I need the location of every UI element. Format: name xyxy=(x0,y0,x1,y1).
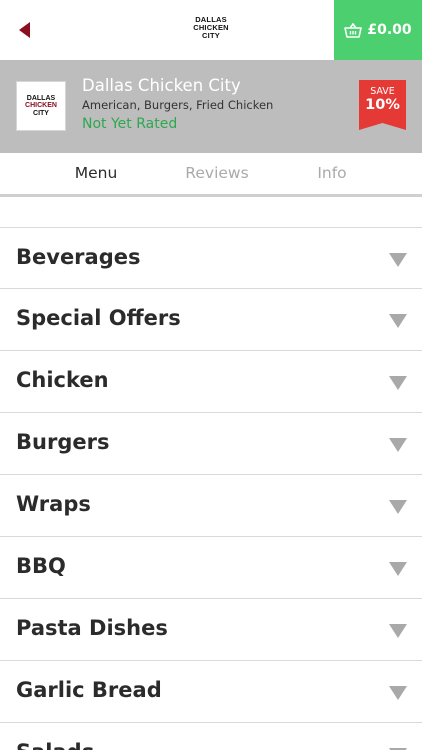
logo-line: DALLAS xyxy=(26,94,56,102)
tab-menu[interactable]: Menu xyxy=(36,164,156,182)
restaurant-name: Dallas Chicken City xyxy=(82,76,241,95)
menu-category-row[interactable]: Garlic Bread xyxy=(0,661,422,723)
menu-category-label: Salads xyxy=(16,740,94,750)
cart-button[interactable]: £0.00 xyxy=(334,0,422,60)
menu-category-label: Special Offers xyxy=(16,306,181,330)
chevron-down-icon xyxy=(389,376,407,390)
discount-value: 10% xyxy=(365,97,400,113)
menu-category-row[interactable]: Salads xyxy=(0,723,422,750)
discount-label: SAVE xyxy=(370,86,395,97)
menu-category-label: Pasta Dishes xyxy=(16,616,168,640)
logo-line: CITY xyxy=(202,31,220,40)
menu-category-label: Chicken xyxy=(16,368,109,392)
chevron-down-icon xyxy=(389,314,407,328)
logo-line: CITY xyxy=(33,109,49,117)
menu-category-label: Wraps xyxy=(16,492,91,516)
menu-category-label: Beverages xyxy=(16,245,141,269)
header-logo: DALLAS CHICKEN CITY xyxy=(181,16,241,40)
menu-category-row[interactable]: Pasta Dishes xyxy=(0,599,422,661)
menu-category-row[interactable]: Burgers xyxy=(0,413,422,475)
chevron-down-icon xyxy=(389,253,407,267)
chevron-down-icon xyxy=(389,624,407,638)
menu-category-row[interactable]: BBQ xyxy=(0,537,422,599)
restaurant-rating: Not Yet Rated xyxy=(82,116,178,132)
menu-category-row[interactable]: Chicken xyxy=(0,351,422,413)
chevron-down-icon xyxy=(389,438,407,452)
chevron-down-icon xyxy=(389,500,407,514)
menu-category-row[interactable]: Special Offers xyxy=(0,289,422,351)
discount-badge: SAVE 10% xyxy=(359,80,406,130)
back-arrow-icon xyxy=(18,22,30,38)
menu-category-row[interactable]: Beverages xyxy=(0,227,422,289)
tab-bar: Menu Reviews Info xyxy=(0,153,422,197)
back-button[interactable] xyxy=(8,14,40,46)
menu-category-list: Beverages Special Offers Chicken Burgers… xyxy=(0,227,422,750)
top-bar: DALLAS CHICKEN CITY £0.00 xyxy=(0,0,422,60)
logo-line: CHICKEN xyxy=(25,102,57,110)
basket-icon xyxy=(344,22,363,38)
menu-category-label: BBQ xyxy=(16,554,66,578)
restaurant-cuisine: American, Burgers, Fried Chicken xyxy=(82,98,274,112)
menu-category-label: Burgers xyxy=(16,430,110,454)
chevron-down-icon xyxy=(389,686,407,700)
menu-category-label: Garlic Bread xyxy=(16,678,162,702)
menu-category-row[interactable]: Wraps xyxy=(0,475,422,537)
restaurant-logo: DALLAS CHICKEN CITY xyxy=(16,81,66,131)
cart-total: £0.00 xyxy=(367,22,412,38)
tab-info[interactable]: Info xyxy=(272,164,392,182)
tab-reviews[interactable]: Reviews xyxy=(157,164,277,182)
chevron-down-icon xyxy=(389,562,407,576)
restaurant-header: DALLAS CHICKEN CITY Dallas Chicken City … xyxy=(0,60,422,153)
